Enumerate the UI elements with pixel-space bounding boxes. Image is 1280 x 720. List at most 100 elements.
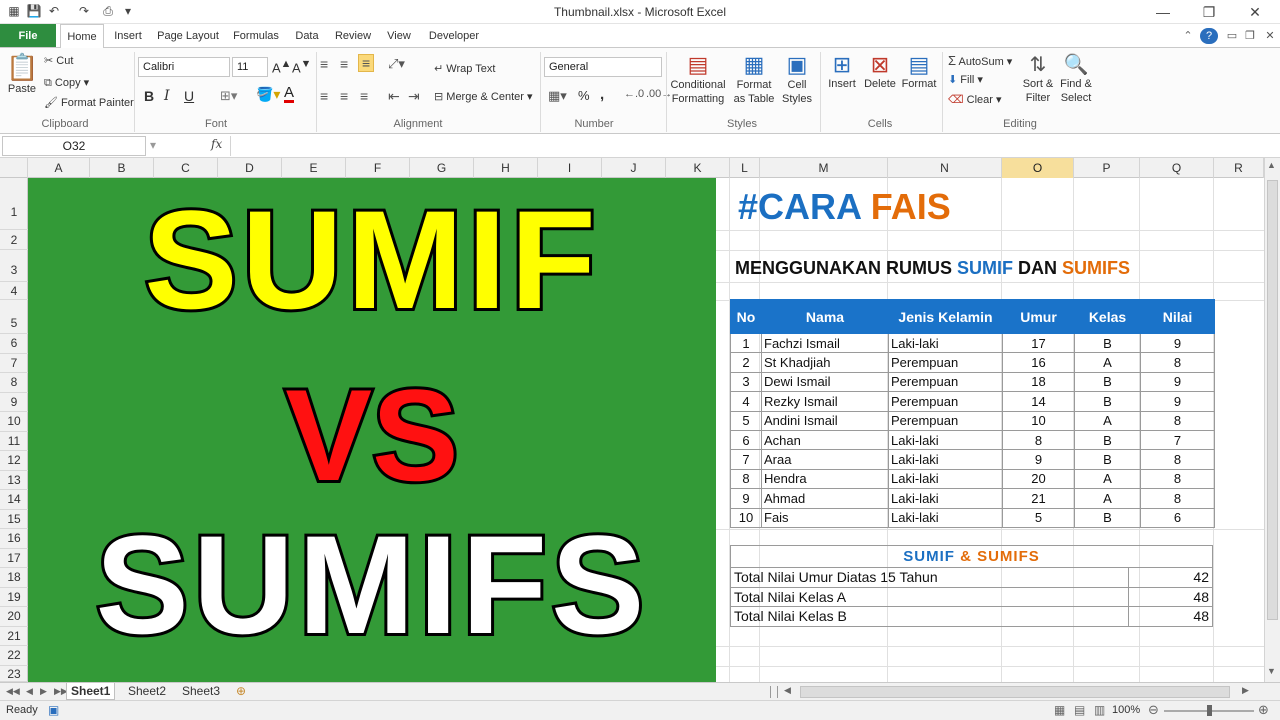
tab-view[interactable]: View	[380, 24, 418, 48]
accounting-format-icon[interactable]: ▦▾	[548, 88, 567, 104]
zoom-in-icon[interactable]: ⊕	[1258, 702, 1269, 718]
format-as-table-button[interactable]: ▦ Format as Table	[730, 52, 778, 106]
column-header[interactable]: I	[538, 158, 602, 178]
grow-font-icon[interactable]: A▲	[272, 58, 291, 75]
table-cell[interactable]: B	[1074, 507, 1141, 528]
table-cell[interactable]: 5	[1002, 507, 1075, 528]
table-cell[interactable]: B	[1074, 391, 1141, 412]
table-cell[interactable]: 8	[1002, 429, 1075, 451]
conditional-formatting-button[interactable]: ▤ Conditional Formatting	[668, 52, 728, 106]
summary-value[interactable]: 48	[1128, 586, 1213, 607]
table-header-cell[interactable]: Kelas	[1074, 299, 1141, 334]
row-header[interactable]: 21	[0, 627, 28, 646]
scroll-up-icon[interactable]: ▲	[1267, 160, 1276, 170]
format-painter-button[interactable]: 🖌 Format Painter	[44, 96, 134, 109]
scroll-down-icon[interactable]: ▼	[1267, 666, 1276, 676]
column-header[interactable]: P	[1074, 158, 1140, 178]
table-header-cell[interactable]: Nama	[761, 299, 889, 334]
table-header-cell[interactable]: Jenis Kelamin	[888, 299, 1003, 334]
merge-center-button[interactable]: ⊟ Merge & Center ▾	[434, 90, 533, 103]
close-button[interactable]: ✕	[1240, 2, 1270, 22]
table-cell[interactable]: Laki-laki	[888, 332, 1003, 354]
table-cell[interactable]: 18	[1002, 371, 1075, 393]
table-cell[interactable]: 9	[1002, 449, 1075, 470]
table-cell[interactable]: 17	[1002, 332, 1075, 354]
prev-sheet-icon[interactable]: ◀	[22, 683, 37, 700]
page-layout-view-icon[interactable]: ▤	[1074, 703, 1085, 717]
row-header[interactable]: 7	[0, 354, 28, 373]
paste-button[interactable]: 📋 Paste	[6, 52, 38, 95]
table-cell[interactable]: Achan	[761, 429, 889, 451]
zoom-out-icon[interactable]: ⊖	[1148, 702, 1159, 718]
increase-decimal-icon[interactable]: ←.0	[624, 88, 644, 100]
table-cell[interactable]: 8	[1140, 488, 1215, 509]
page-break-view-icon[interactable]: ▥	[1094, 703, 1105, 717]
summary-label[interactable]: Total Nilai Kelas A	[730, 586, 1129, 607]
table-cell[interactable]: Fais	[761, 507, 889, 528]
scroll-thumb[interactable]	[1267, 180, 1278, 620]
workbook-close-icon[interactable]: ✕	[1262, 24, 1278, 48]
align-left-icon[interactable]: ≡	[320, 88, 328, 104]
align-center-icon[interactable]: ≡	[340, 88, 348, 104]
align-bottom-icon[interactable]: ≡	[358, 54, 375, 72]
table-cell[interactable]: 2	[730, 352, 762, 373]
insert-cells-button[interactable]: ⊞ Insert	[824, 52, 860, 90]
formula-input[interactable]	[230, 136, 1264, 156]
tab-developer[interactable]: Developer	[424, 24, 484, 48]
minimize-ribbon-icon[interactable]: ⌃	[1180, 24, 1196, 48]
column-header[interactable]: G	[410, 158, 474, 178]
summary-label[interactable]: Total Nilai Kelas B	[730, 606, 1129, 627]
table-cell[interactable]: 9	[1140, 371, 1215, 393]
table-cell[interactable]: Dewi Ismail	[761, 371, 889, 393]
insert-function-icon[interactable]: fx	[211, 137, 222, 151]
row-header[interactable]: 12	[0, 451, 28, 471]
row-header[interactable]: 15	[0, 510, 28, 529]
row-header[interactable]: 6	[0, 334, 28, 354]
zoom-slider-thumb[interactable]	[1207, 705, 1212, 716]
bold-button[interactable]: B	[144, 88, 154, 104]
italic-button[interactable]: I	[164, 88, 170, 104]
table-cell[interactable]: A	[1074, 352, 1141, 373]
decrease-indent-icon[interactable]: ⇤	[388, 88, 400, 105]
summary-label[interactable]: Total Nilai Umur Diatas 15 Tahun	[730, 567, 1129, 588]
first-sheet-icon[interactable]: ◀◀	[2, 683, 24, 700]
table-cell[interactable]: 9	[1140, 391, 1215, 412]
table-cell[interactable]: 14	[1002, 391, 1075, 412]
table-cell[interactable]: 10	[730, 507, 762, 528]
number-format-select[interactable]: General	[544, 57, 662, 77]
format-cells-button[interactable]: ▤ Format	[900, 52, 938, 90]
table-cell[interactable]: 5	[730, 410, 762, 431]
find-select-button[interactable]: 🔍 Find & Select	[1058, 52, 1094, 105]
table-cell[interactable]: B	[1074, 429, 1141, 451]
sheet-tab[interactable]: Sheet3	[178, 683, 224, 700]
workbook-minimize-icon[interactable]: ▭	[1224, 24, 1240, 48]
workbook-restore-icon[interactable]: ❐	[1242, 24, 1258, 48]
fill-color-icon[interactable]: 🪣▾	[256, 86, 280, 103]
tab-home[interactable]: Home	[60, 24, 104, 49]
row-header[interactable]: 14	[0, 490, 28, 510]
table-cell[interactable]: 9	[1140, 332, 1215, 354]
table-cell[interactable]: A	[1074, 468, 1141, 490]
align-middle-icon[interactable]: ≡	[340, 56, 348, 72]
name-box-dropdown-icon[interactable]: ▾	[150, 138, 156, 152]
row-header[interactable]: 1	[0, 178, 28, 230]
tab-file[interactable]: File	[0, 24, 56, 47]
tab-page-layout[interactable]: Page Layout	[152, 24, 224, 48]
fill-button[interactable]: ⬇ Fill ▾	[948, 73, 983, 86]
table-cell[interactable]: Rezky Ismail	[761, 391, 889, 412]
column-header[interactable]: N	[888, 158, 1002, 178]
table-cell[interactable]: Perempuan	[888, 352, 1003, 373]
name-box[interactable]: O32	[2, 136, 146, 156]
table-cell[interactable]: 4	[730, 391, 762, 412]
row-header[interactable]: 3	[0, 250, 28, 282]
tab-formulas[interactable]: Formulas	[228, 24, 284, 48]
table-cell[interactable]: 3	[730, 371, 762, 393]
table-cell[interactable]: 8	[1140, 449, 1215, 470]
sort-filter-button[interactable]: ⇅ Sort & Filter	[1020, 52, 1056, 105]
table-cell[interactable]: 6	[730, 429, 762, 451]
table-cell[interactable]: Laki-laki	[888, 488, 1003, 509]
row-header[interactable]: 20	[0, 607, 28, 627]
row-header[interactable]: 8	[0, 373, 28, 393]
row-header[interactable]: 9	[0, 393, 28, 412]
table-cell[interactable]: 8	[1140, 352, 1215, 373]
